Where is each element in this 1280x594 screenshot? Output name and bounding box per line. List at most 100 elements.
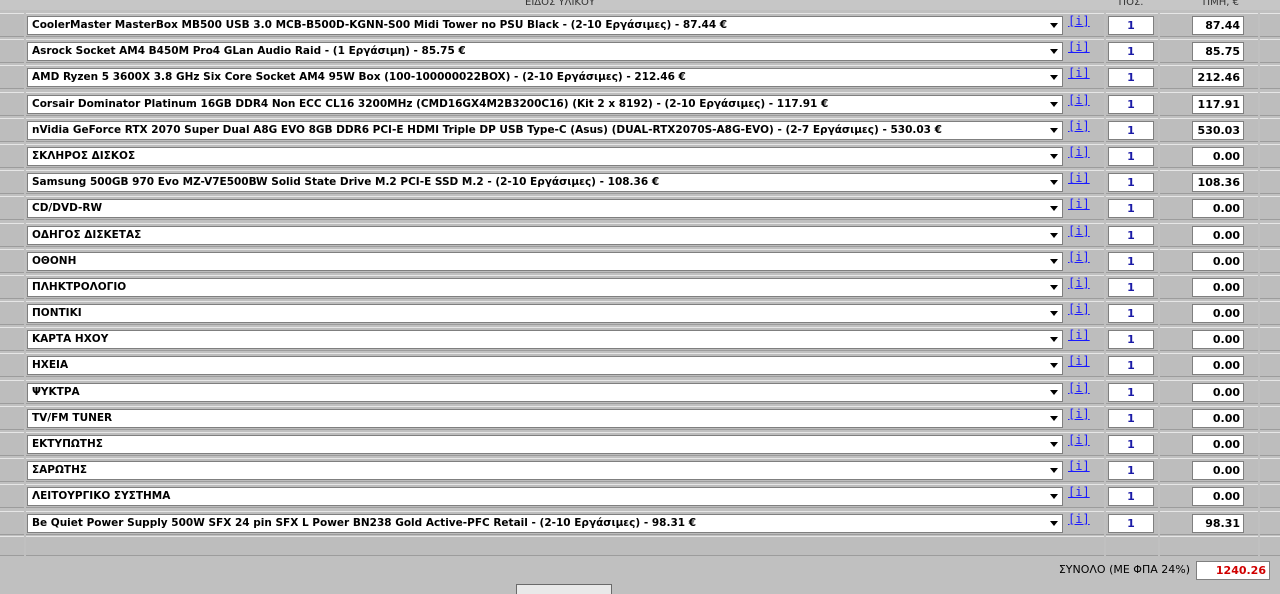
- product-select[interactable]: ΟΔΗΓΟΣ ΔΙΣΚΕΤΑΣ: [27, 225, 1063, 245]
- info-link[interactable]: [i]: [1068, 276, 1090, 290]
- quantity-input[interactable]: 1: [1108, 513, 1154, 533]
- table-row: ΚΑΡΤΑ ΗΧΟΥ [i] 1 0.00: [0, 326, 1280, 352]
- info-link[interactable]: [i]: [1068, 512, 1090, 526]
- product-select[interactable]: ΚΑΡΤΑ ΗΧΟΥ: [27, 330, 1063, 350]
- product-select[interactable]: ΣΚΛΗΡΟΣ ΔΙΣΚΟΣ: [27, 146, 1063, 166]
- product-select[interactable]: ΕΚΤΥΠΩΤΗΣ: [27, 435, 1063, 454]
- product-select[interactable]: ΗΧΕΙΑ: [27, 356, 1063, 376]
- chevron-down-icon[interactable]: [1050, 101, 1058, 107]
- chevron-down-icon[interactable]: [1050, 232, 1058, 238]
- table-row: ΕΚΤΥΠΩΤΗΣ [i] 1 0.00: [0, 431, 1280, 457]
- row-lead-cell: [0, 353, 24, 378]
- info-link[interactable]: [i]: [1068, 302, 1090, 316]
- chevron-down-icon[interactable]: [1050, 520, 1058, 526]
- chevron-down-icon[interactable]: [1050, 415, 1058, 421]
- quantity-input[interactable]: 1: [1108, 487, 1154, 507]
- product-rows: CoolerMaster MasterBox MB500 USB 3.0 MCB…: [0, 12, 1280, 536]
- product-select[interactable]: ΣΑΡΩΤΗΣ: [27, 461, 1063, 481]
- info-link[interactable]: [i]: [1068, 354, 1090, 368]
- info-link[interactable]: [i]: [1068, 328, 1090, 342]
- quantity-column-header: ΠΟΣ.: [1118, 0, 1144, 8]
- info-link[interactable]: [i]: [1068, 40, 1090, 54]
- product-select[interactable]: AMD Ryzen 5 3600X 3.8 GHz Six Core Socke…: [27, 68, 1063, 88]
- quantity-input[interactable]: 1: [1108, 68, 1154, 88]
- quantity-input[interactable]: 1: [1108, 16, 1154, 35]
- info-link[interactable]: [i]: [1068, 145, 1090, 159]
- chevron-down-icon[interactable]: [1050, 337, 1058, 343]
- chevron-down-icon[interactable]: [1050, 180, 1058, 186]
- chevron-down-icon[interactable]: [1050, 75, 1058, 81]
- quantity-input[interactable]: 1: [1108, 251, 1154, 271]
- product-select[interactable]: CoolerMaster MasterBox MB500 USB 3.0 MCB…: [27, 16, 1063, 35]
- row-tail-cell: [1260, 379, 1280, 404]
- table-row: Corsair Dominator Platinum 16GB DDR4 Non…: [0, 91, 1280, 117]
- chevron-down-icon[interactable]: [1050, 127, 1058, 133]
- quantity-input[interactable]: 1: [1108, 356, 1154, 376]
- quantity-input[interactable]: 1: [1108, 225, 1154, 245]
- chevron-down-icon[interactable]: [1050, 206, 1058, 212]
- chevron-down-icon[interactable]: [1050, 311, 1058, 317]
- info-link[interactable]: [i]: [1068, 381, 1090, 395]
- chevron-down-icon[interactable]: [1050, 153, 1058, 159]
- quantity-input[interactable]: 1: [1108, 277, 1154, 297]
- chevron-down-icon[interactable]: [1050, 284, 1058, 290]
- table-row: ΟΘΟΝΗ [i] 1 0.00: [0, 248, 1280, 274]
- info-link[interactable]: [i]: [1068, 93, 1090, 107]
- chevron-down-icon[interactable]: [1050, 49, 1058, 55]
- chevron-down-icon[interactable]: [1050, 363, 1058, 369]
- info-link[interactable]: [i]: [1068, 459, 1090, 473]
- chevron-down-icon[interactable]: [1050, 389, 1058, 395]
- chevron-down-icon[interactable]: [1050, 23, 1058, 28]
- quantity-input[interactable]: 1: [1108, 382, 1154, 402]
- info-link[interactable]: [i]: [1068, 407, 1090, 421]
- info-link[interactable]: [i]: [1068, 433, 1090, 447]
- info-link[interactable]: [i]: [1068, 250, 1090, 264]
- product-select[interactable]: Samsung 500GB 970 Evo MZ-V7E500BW Solid …: [27, 173, 1063, 193]
- row-lead-cell: [0, 117, 24, 142]
- product-select[interactable]: Corsair Dominator Platinum 16GB DDR4 Non…: [27, 94, 1063, 114]
- quantity-input[interactable]: 1: [1108, 408, 1154, 428]
- product-select[interactable]: Asrock Socket AM4 B450M Pro4 GLan Audio …: [27, 42, 1063, 62]
- chevron-down-icon[interactable]: [1050, 442, 1058, 447]
- info-link[interactable]: [i]: [1068, 66, 1090, 80]
- row-tail-cell: [1260, 405, 1280, 430]
- info-link[interactable]: [i]: [1068, 171, 1090, 185]
- product-select[interactable]: ΨΥΚΤΡΑ: [27, 382, 1063, 402]
- quantity-input[interactable]: 1: [1108, 435, 1154, 454]
- product-select[interactable]: nVidia GeForce RTX 2070 Super Dual A8G E…: [27, 120, 1063, 140]
- product-select[interactable]: ΠΟΝΤΙΚΙ: [27, 304, 1063, 324]
- quantity-input[interactable]: 1: [1108, 94, 1154, 114]
- quantity-input[interactable]: 1: [1108, 146, 1154, 166]
- row-lead-cell: [0, 432, 24, 456]
- submit-button[interactable]: [516, 584, 612, 594]
- product-select[interactable]: TV/FM TUNER: [27, 408, 1063, 428]
- info-link[interactable]: [i]: [1068, 14, 1090, 28]
- quantity-input[interactable]: 1: [1108, 461, 1154, 481]
- info-link[interactable]: [i]: [1068, 224, 1090, 238]
- product-select[interactable]: CD/DVD-RW: [27, 199, 1063, 219]
- quantity-input[interactable]: 1: [1108, 120, 1154, 140]
- quantity-input[interactable]: 1: [1108, 304, 1154, 324]
- row-tail-cell: [1260, 222, 1280, 247]
- product-select[interactable]: ΠΛΗΚΤΡΟΛΟΓΙΟ: [27, 277, 1063, 297]
- chevron-down-icon[interactable]: [1050, 468, 1058, 474]
- chevron-down-icon[interactable]: [1050, 494, 1058, 500]
- product-select[interactable]: ΟΘΟΝΗ: [27, 251, 1063, 271]
- info-link[interactable]: [i]: [1068, 119, 1090, 133]
- row-tail-cell: [1260, 432, 1280, 456]
- table-row: ΛΕΙΤΟΥΡΓΙΚΟ ΣΥΣΤΗΜΑ [i] 1 0.00: [0, 483, 1280, 509]
- row-lead-cell: [0, 301, 24, 326]
- row-tail-cell: [1260, 65, 1280, 90]
- quantity-input[interactable]: 1: [1108, 42, 1154, 62]
- info-link[interactable]: [i]: [1068, 485, 1090, 499]
- row-lead-cell: [0, 91, 24, 116]
- row-tail-cell: [1260, 327, 1280, 352]
- chevron-down-icon[interactable]: [1050, 258, 1058, 264]
- quantity-input[interactable]: 1: [1108, 330, 1154, 350]
- product-select[interactable]: Be Quiet Power Supply 500W SFX 24 pin SF…: [27, 513, 1063, 533]
- quantity-input[interactable]: 1: [1108, 173, 1154, 193]
- quantity-input[interactable]: 1: [1108, 199, 1154, 219]
- info-link[interactable]: [i]: [1068, 197, 1090, 211]
- product-select[interactable]: ΛΕΙΤΟΥΡΓΙΚΟ ΣΥΣΤΗΜΑ: [27, 487, 1063, 507]
- price-field: 0.00: [1192, 251, 1244, 271]
